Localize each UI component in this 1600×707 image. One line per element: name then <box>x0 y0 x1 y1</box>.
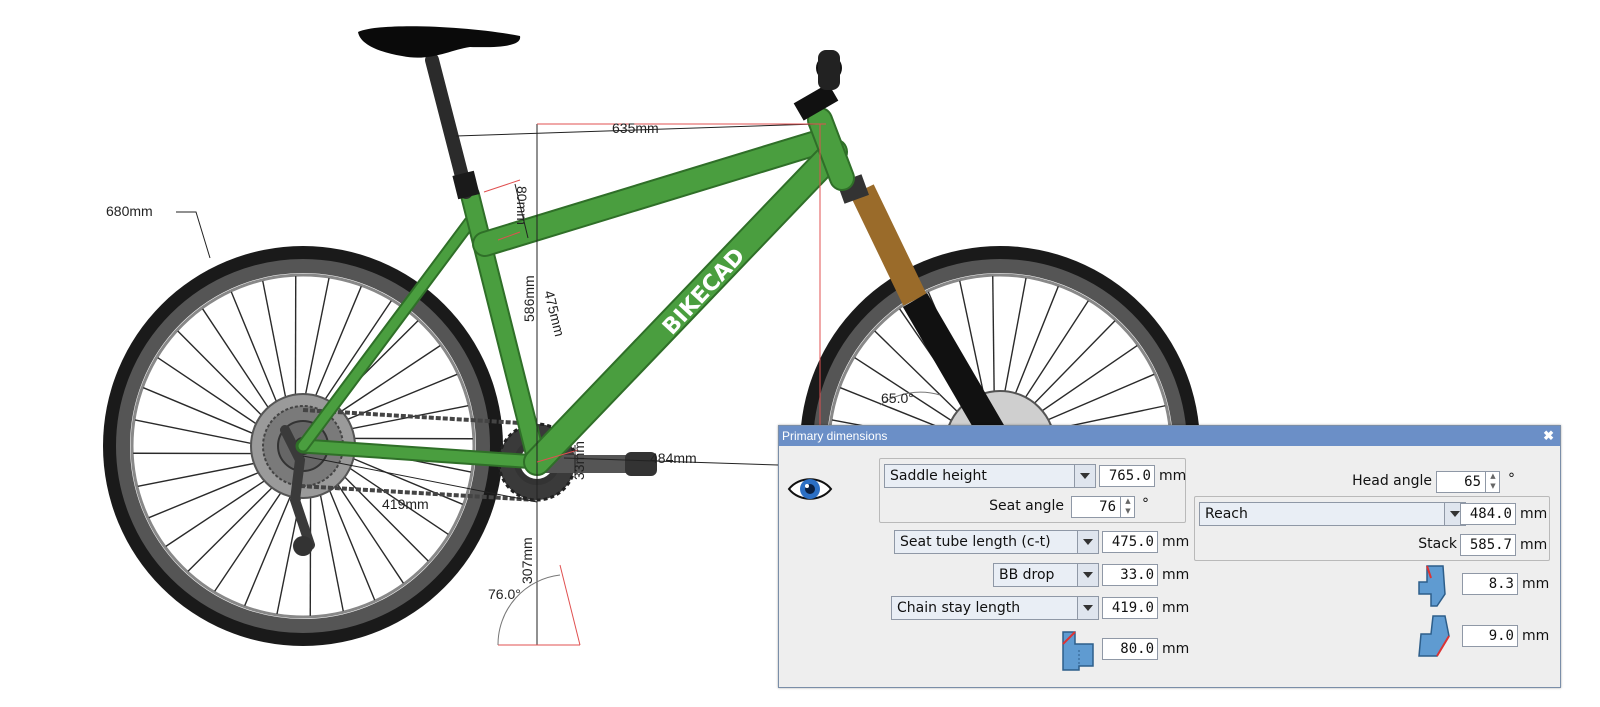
head-angle-dim-label: 65.0° <box>881 390 914 406</box>
wheel-diameter-label: 680mm <box>106 203 153 219</box>
eye-icon[interactable] <box>787 474 833 504</box>
saddle-height-unit: mm <box>1159 468 1187 484</box>
dialog-title: Primary dimensions <box>782 429 888 443</box>
stem-handlebar <box>793 50 842 121</box>
seat-cluster-offset-unit: mm <box>1162 641 1190 657</box>
head-offset-bottom-field[interactable]: 9.0 <box>1462 625 1518 647</box>
bb-drop-label: 33mm <box>571 441 587 480</box>
seat-angle-spinner[interactable]: ▲ ▼ <box>1120 496 1135 518</box>
chevron-down-icon[interactable] <box>1074 465 1095 487</box>
chevron-down-icon[interactable] <box>1077 597 1098 619</box>
chain-stay-length-field[interactable]: 419.0 <box>1102 597 1158 619</box>
chain-stay-length-dropdown[interactable]: Chain stay length <box>891 596 1099 620</box>
saddle-assembly <box>358 26 521 200</box>
stack-unit: mm <box>1520 537 1548 553</box>
bb-drop-field[interactable]: 33.0 <box>1102 564 1158 586</box>
seat-tube-length-label: Seat tube length (c-t) <box>900 534 1051 550</box>
vertical-dim-label: 586mm <box>521 275 537 322</box>
head-angle-spinner[interactable]: ▲ ▼ <box>1485 471 1500 493</box>
head-tube-top-icon <box>1418 565 1446 607</box>
seat-tube-length-dropdown[interactable]: Seat tube length (c-t) <box>894 530 1099 554</box>
head-tube-bottom-icon <box>1418 615 1450 657</box>
head-offset-bottom-unit: mm <box>1522 628 1550 644</box>
seat-cluster-offset-field[interactable]: 80.0 <box>1102 638 1158 660</box>
close-icon[interactable]: ✖ <box>1543 426 1554 446</box>
seat-angle-dim-label: 76.0° <box>488 586 521 602</box>
saddle-height-field[interactable]: 765.0 <box>1099 465 1155 487</box>
saddle-height-label: Saddle height <box>890 468 987 484</box>
seat-tube-length-unit: mm <box>1162 534 1190 550</box>
seat-cluster-icon <box>1062 631 1094 671</box>
seat-tube-ct-label: 475mm <box>541 289 568 338</box>
chain-stay-length-unit: mm <box>1162 600 1190 616</box>
saddle-height-dropdown[interactable]: Saddle height <box>884 464 1096 488</box>
reach-unit: mm <box>1520 506 1548 522</box>
head-angle-label: Head angle <box>1352 473 1432 489</box>
dialog-titlebar[interactable]: Primary dimensions ✖ <box>779 426 1560 446</box>
head-offset-top-unit: mm <box>1522 576 1550 592</box>
bb-height-label: 307mm <box>519 537 535 584</box>
seat-cluster-label: 80mm <box>514 186 530 225</box>
bb-drop-dropdown[interactable]: BB drop <box>993 563 1099 587</box>
seat-angle-unit: ° <box>1142 496 1149 512</box>
primary-dimensions-dialog: Primary dimensions ✖ Saddle height 765.0… <box>778 425 1561 688</box>
reach-dim-label: 484mm <box>650 450 697 466</box>
head-offset-top-field[interactable]: 8.3 <box>1462 573 1518 595</box>
head-angle-unit: ° <box>1508 471 1515 487</box>
stack-label: Stack <box>1418 536 1457 552</box>
top-length-label: 635mm <box>612 120 659 136</box>
reach-field[interactable]: 484.0 <box>1460 503 1516 525</box>
chainstay-dim-label: 419mm <box>382 496 429 512</box>
seat-angle-label: Seat angle <box>989 498 1064 514</box>
stack-field[interactable]: 585.7 <box>1460 534 1516 556</box>
chevron-down-icon[interactable] <box>1077 531 1098 553</box>
chain-stay-length-label: Chain stay length <box>897 600 1021 616</box>
reach-label: Reach <box>1205 506 1248 522</box>
bb-drop-unit: mm <box>1162 567 1190 583</box>
chevron-down-icon[interactable] <box>1077 564 1098 586</box>
bb-drop-label: BB drop <box>999 567 1055 583</box>
seat-tube-length-field[interactable]: 475.0 <box>1102 531 1158 553</box>
frame-brand-text: BIKECAD <box>658 244 750 340</box>
reach-dropdown[interactable]: Reach <box>1199 502 1466 526</box>
